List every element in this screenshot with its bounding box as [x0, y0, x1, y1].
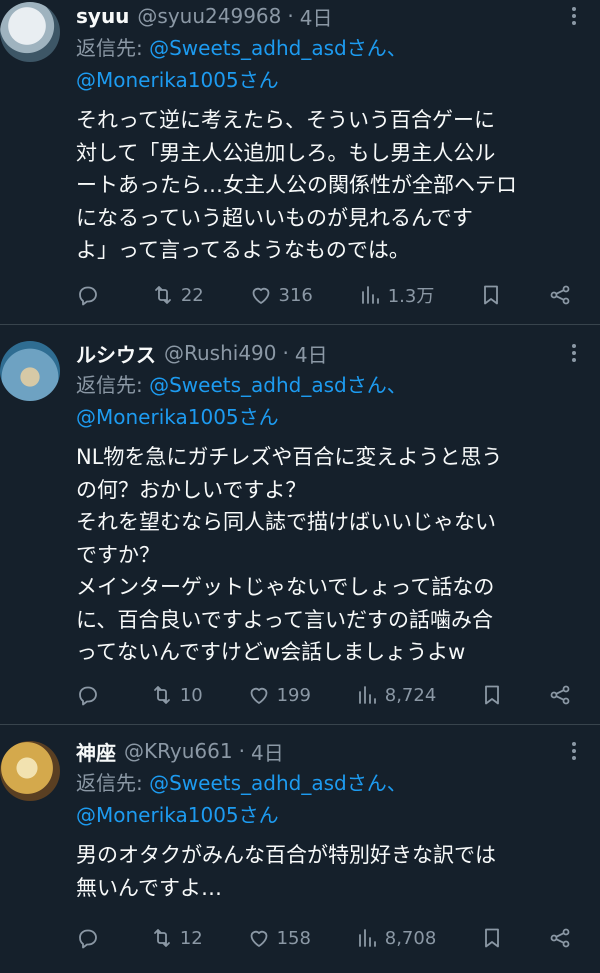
share-icon [550, 285, 570, 305]
retweet-button[interactable]: 12 [150, 926, 203, 950]
separator-dot: · [238, 739, 245, 763]
share-button[interactable] [548, 926, 572, 950]
views-button[interactable]: 1.3万 [358, 282, 435, 308]
user-handle[interactable]: @syuu249968 [137, 4, 281, 28]
views-icon [361, 286, 379, 304]
timestamp[interactable]: 4日 [300, 2, 333, 31]
reply-to-label: 返信先: [76, 771, 150, 795]
like-icon [250, 687, 267, 704]
avatar[interactable] [0, 341, 60, 401]
retweet-button[interactable]: 22 [151, 283, 204, 307]
mention-link[interactable]: @Sweets_adhd_asdさん、 [149, 36, 407, 60]
bookmark-button[interactable] [479, 283, 503, 307]
retweet-icon [153, 686, 170, 704]
more-icon[interactable] [562, 739, 586, 763]
bookmark-icon [485, 928, 500, 948]
reply-to: 返信先: @Sweets_adhd_asdさん、 @Monerika1005さん [76, 32, 586, 96]
share-icon [550, 685, 570, 705]
reply-button[interactable] [76, 926, 106, 950]
views-icon [358, 686, 376, 704]
action-bar: 10 199 8,724 [76, 677, 572, 713]
display-name[interactable]: syuu [76, 4, 129, 28]
like-count: 316 [278, 284, 313, 306]
share-button[interactable] [548, 683, 572, 707]
reply-button[interactable] [76, 283, 106, 307]
reply-to: 返信先: @Sweets_adhd_asdさん、 @Monerika1005さん [76, 369, 586, 433]
mention-link[interactable]: @Sweets_adhd_asdさん、 [149, 373, 407, 397]
views-count: 8,724 [384, 684, 437, 706]
like-count: 158 [276, 927, 311, 949]
views-button[interactable]: 8,708 [355, 926, 437, 950]
tweet[interactable]: 神座 @KRyu661 · 4日 返信先: @Sweets_adhd_asdさん… [0, 725, 600, 973]
avatar[interactable] [0, 2, 60, 62]
share-button[interactable] [548, 283, 572, 307]
like-icon [252, 287, 269, 304]
tweet-text: 男のオタクがみんな百合が特別好きな訳では 無いんですよ… [76, 843, 496, 900]
mention-link[interactable]: @Sweets_adhd_asdさん、 [149, 771, 407, 795]
tweet-header: ルシウス @Rushi490 · 4日 [76, 337, 586, 369]
reply-to-label: 返信先: [76, 36, 150, 60]
mention-link[interactable]: @Monerika1005さん [76, 68, 279, 92]
views-count: 1.3万 [387, 286, 435, 307]
tweet-text: NL物を急にガチレズや百合に変えようと思う の何？おかしいですよ？ それを望むな… [76, 445, 503, 664]
timestamp[interactable]: 4日 [251, 737, 284, 766]
views-icon [358, 929, 376, 947]
tweet[interactable]: ルシウス @Rushi490 · 4日 返信先: @Sweets_adhd_as… [0, 325, 600, 725]
retweet-icon [153, 929, 170, 947]
retweet-button[interactable]: 10 [150, 683, 203, 707]
retweet-count: 12 [179, 927, 203, 949]
tweet-text: それって逆に考えたら、そういう百合ゲーに 対して「男主人公追加しろ。もし男主人公… [76, 108, 517, 262]
more-icon[interactable] [562, 341, 586, 365]
separator-dot: · [282, 341, 289, 365]
mention-link[interactable]: @Monerika1005さん [76, 803, 279, 827]
like-button[interactable]: 316 [249, 283, 313, 307]
retweet-count: 10 [179, 684, 203, 706]
like-button[interactable]: 199 [247, 683, 311, 707]
mention-link[interactable]: @Monerika1005さん [76, 405, 279, 429]
bookmark-icon [485, 685, 500, 705]
separator-dot: · [287, 4, 294, 28]
views-button[interactable]: 8,724 [355, 683, 437, 707]
bookmark-icon [484, 285, 499, 305]
retweet-icon [154, 286, 171, 304]
action-bar: 12 158 8,708 [76, 920, 572, 956]
like-count: 199 [276, 684, 311, 706]
display-name[interactable]: ルシウス [76, 339, 156, 368]
retweet-count: 22 [180, 284, 204, 306]
tweet[interactable]: syuu @syuu249968 · 4日 返信先: @Sweets_adhd_… [0, 0, 600, 325]
display-name[interactable]: 神座 [76, 737, 116, 766]
reply-to-label: 返信先: [76, 373, 150, 397]
like-button[interactable]: 158 [247, 926, 311, 950]
bookmark-button[interactable] [480, 926, 504, 950]
timestamp[interactable]: 4日 [295, 339, 328, 368]
share-icon [550, 928, 570, 948]
reply-button[interactable] [76, 683, 106, 707]
avatar[interactable] [0, 741, 60, 801]
tweet-header: 神座 @KRyu661 · 4日 [76, 735, 586, 767]
like-icon [250, 930, 267, 947]
reply-icon [79, 686, 97, 706]
bookmark-button[interactable] [480, 683, 504, 707]
action-bar: 22 316 1.3万 [76, 277, 572, 313]
user-handle[interactable]: @KRyu661 [124, 739, 233, 763]
reply-icon [79, 929, 97, 949]
views-count: 8,708 [384, 927, 437, 949]
user-handle[interactable]: @Rushi490 [164, 341, 277, 365]
reply-to: 返信先: @Sweets_adhd_asdさん、 @Monerika1005さん [76, 767, 586, 831]
tweet-header: syuu @syuu249968 · 4日 [76, 0, 586, 32]
reply-icon [79, 286, 97, 306]
more-icon[interactable] [562, 4, 586, 28]
